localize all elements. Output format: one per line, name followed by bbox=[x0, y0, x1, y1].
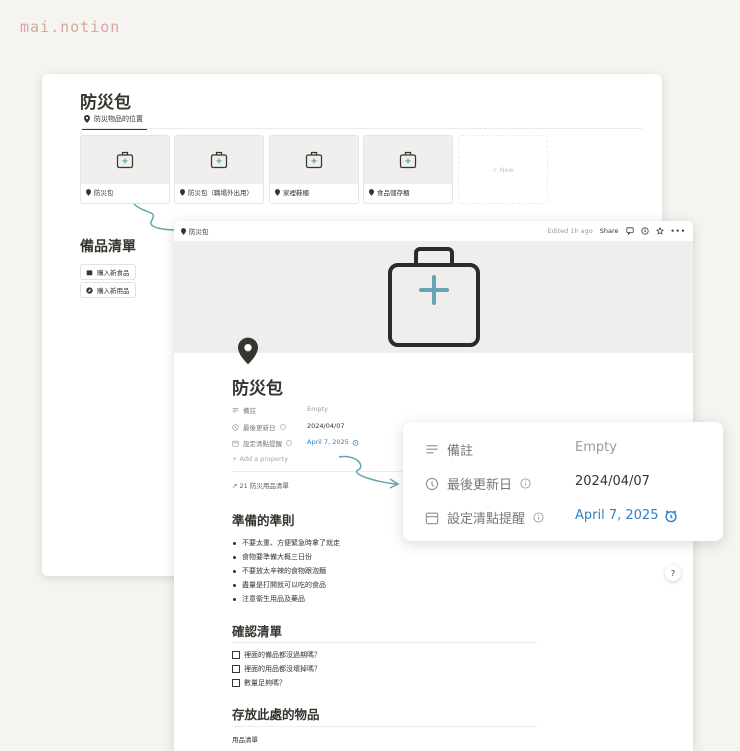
new-card-button[interactable]: + New bbox=[458, 135, 548, 204]
todo-item[interactable]: 數量足夠嗎？ bbox=[232, 678, 286, 688]
buy-supplies-button[interactable]: 購入新用品 bbox=[80, 282, 136, 298]
alarm-clock-icon bbox=[665, 509, 678, 522]
section-heading-guidelines: 準備的準則 bbox=[232, 513, 295, 528]
zoom-property-reminder[interactable]: 設定清點提醒 bbox=[425, 508, 544, 527]
section-heading-checklist: 確認清單 bbox=[232, 624, 283, 639]
info-icon bbox=[533, 512, 544, 523]
checkbox[interactable] bbox=[232, 665, 240, 673]
first-aid-kit-icon bbox=[387, 247, 480, 347]
food-icon bbox=[86, 269, 93, 275]
section-heading-stored-items: 存放此處的物品 bbox=[232, 707, 320, 722]
pin-icon bbox=[369, 188, 374, 196]
add-property-button[interactable]: + Add a property bbox=[232, 455, 288, 463]
pin-icon bbox=[86, 188, 91, 196]
todo-item[interactable]: 裡面的備品都沒過期嗎？ bbox=[232, 650, 321, 660]
more-options-icon[interactable]: ••• bbox=[671, 227, 686, 235]
gallery-card[interactable]: 防災包（職場外出用） bbox=[174, 135, 264, 204]
zoom-property-notes[interactable]: 備註 bbox=[425, 440, 473, 459]
edited-timestamp: Edited 1h ago bbox=[547, 227, 593, 235]
page-topbar: 防災包 Edited 1h ago Share ••• bbox=[174, 221, 693, 241]
bg-page-title: 防災包 bbox=[80, 93, 131, 113]
info-icon bbox=[279, 424, 286, 430]
buy-food-button[interactable]: 購入新食品 bbox=[80, 264, 136, 280]
divider bbox=[232, 726, 537, 727]
zoomed-properties-callout: 備註 Empty 最後更新日 2024/04/07 設定清點提醒 April 7… bbox=[403, 422, 723, 541]
pin-icon bbox=[84, 115, 90, 123]
checkbox[interactable] bbox=[232, 679, 240, 687]
breadcrumb[interactable]: 防災包 bbox=[181, 226, 209, 236]
tab-label: 防災物品的位置 bbox=[94, 115, 143, 123]
zoom-property-last-updated[interactable]: 最後更新日 bbox=[425, 474, 531, 493]
page-title: 防災包 bbox=[232, 379, 283, 399]
pin-icon bbox=[181, 227, 186, 235]
list-item: 不要放太辛辣的食物跟泡麵 bbox=[232, 566, 326, 576]
list-item: 盡量是打開就可以吃的食品 bbox=[232, 580, 326, 590]
divider bbox=[82, 128, 642, 129]
history-icon[interactable] bbox=[640, 227, 649, 235]
gallery-card[interactable]: 家裡鞋櫃 bbox=[269, 135, 359, 204]
zoom-reminder-value[interactable]: April 7, 2025 bbox=[575, 508, 678, 523]
alarm-clock-icon bbox=[352, 439, 359, 446]
property-notes-value[interactable]: Empty bbox=[307, 405, 328, 413]
list-item: 食物要準備大概三日份 bbox=[232, 552, 312, 562]
pin-icon bbox=[275, 188, 280, 196]
calendar-icon bbox=[425, 511, 439, 524]
list-item: 注意衛生用品及藥品 bbox=[232, 594, 305, 604]
brand-logo: mai.notion bbox=[20, 18, 121, 36]
relation-link[interactable]: ↗ 21 防災用品清單 bbox=[232, 480, 289, 490]
checkbox[interactable] bbox=[232, 651, 240, 659]
divider bbox=[232, 642, 537, 643]
help-button[interactable]: ? bbox=[665, 565, 681, 581]
linked-view[interactable]: 用品清單 bbox=[232, 734, 258, 744]
info-icon bbox=[520, 478, 531, 489]
property-last-updated[interactable]: 最後更新日 bbox=[232, 422, 286, 432]
compass-icon bbox=[86, 286, 93, 294]
zoom-notes-value[interactable]: Empty bbox=[575, 440, 617, 455]
clock-icon bbox=[232, 423, 239, 431]
text-lines-icon bbox=[426, 444, 438, 453]
section-title: 備品清單 bbox=[80, 239, 136, 255]
property-last-updated-value[interactable]: 2024/04/07 bbox=[307, 422, 344, 430]
comment-icon[interactable] bbox=[625, 227, 634, 235]
clock-icon bbox=[425, 477, 439, 490]
first-aid-kit-icon bbox=[210, 151, 228, 169]
list-item: 不要太重、方便緊急時拿了就走 bbox=[232, 538, 340, 548]
property-reminder-value[interactable]: April 7, 2025 bbox=[307, 438, 359, 446]
first-aid-kit-icon bbox=[305, 151, 323, 169]
property-reminder[interactable]: 設定清點提醒 bbox=[232, 438, 292, 448]
todo-item[interactable]: 裡面的用品都沒壞掉嗎？ bbox=[232, 664, 321, 674]
info-icon bbox=[286, 440, 292, 446]
page-pin-icon bbox=[238, 337, 258, 365]
pin-icon bbox=[180, 188, 185, 196]
star-icon[interactable] bbox=[655, 227, 664, 235]
gallery-card[interactable]: 食品儲存櫃 bbox=[363, 135, 453, 204]
text-lines-icon bbox=[232, 407, 239, 412]
gallery-card[interactable]: 防災包 bbox=[80, 135, 170, 204]
first-aid-kit-icon bbox=[399, 151, 417, 169]
calendar-icon bbox=[232, 440, 239, 447]
share-button[interactable]: Share bbox=[600, 227, 619, 235]
first-aid-kit-icon bbox=[116, 151, 134, 169]
zoom-last-updated-value[interactable]: 2024/04/07 bbox=[575, 474, 650, 489]
property-notes[interactable]: 備註 bbox=[232, 405, 256, 415]
